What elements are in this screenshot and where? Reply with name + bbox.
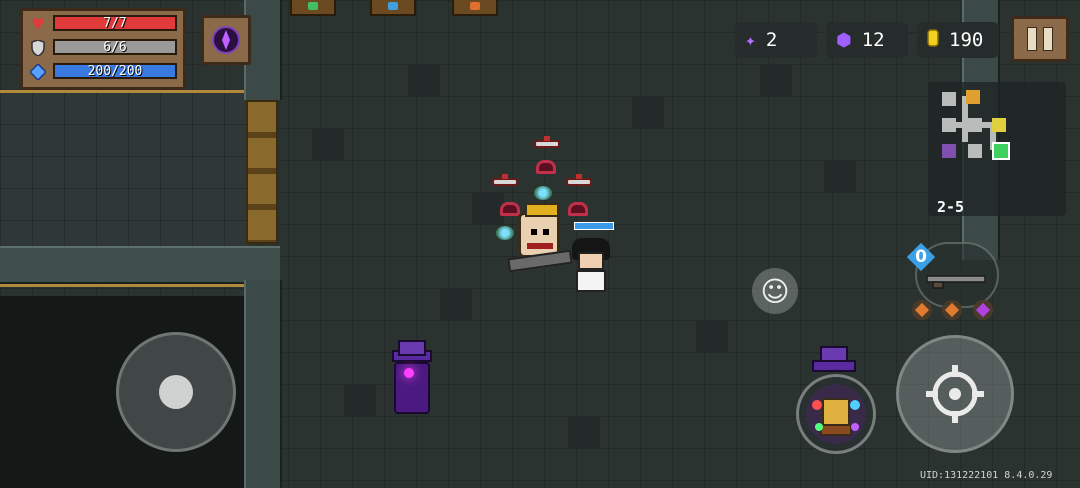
minimap-room-shop <box>966 90 980 104</box>
weapon-chest[interactable] <box>370 0 416 16</box>
armor-value: 6/6 <box>103 40 127 55</box>
floor-tile <box>696 320 728 352</box>
character-skill-button[interactable] <box>796 374 876 454</box>
corridor-rail <box>0 284 248 287</box>
rifle-icon <box>926 275 986 289</box>
health-row: ♥ 7/7 <box>29 14 179 34</box>
floor-tile <box>632 96 664 128</box>
floor-tile <box>312 128 344 160</box>
purple-spirit-skill-icon <box>212 26 240 54</box>
energy-bar: 200/200 <box>53 63 177 79</box>
floor-tile <box>568 416 600 448</box>
character-skill-icon <box>806 384 866 444</box>
energy-value: 200/200 <box>87 64 143 79</box>
wall-segment <box>244 280 282 488</box>
level-label: 2-5 <box>937 198 965 216</box>
smiley-icon: ☺ <box>760 274 790 308</box>
minimap-room <box>968 118 982 132</box>
weapon-chest[interactable] <box>290 0 336 16</box>
armor-row: 6/6 <box>29 38 179 58</box>
floor-tile <box>344 384 376 416</box>
floor-tile <box>824 160 856 192</box>
drone-pet <box>534 136 560 148</box>
minimap-room <box>968 144 982 158</box>
pause-icon <box>1027 27 1037 51</box>
armor-bar: 6/6 <box>53 39 177 55</box>
pause-icon-bar <box>1043 27 1053 51</box>
materials-value: 12 <box>861 29 885 51</box>
movement-joystick[interactable] <box>116 332 236 452</box>
minimap-room-special <box>992 118 1006 132</box>
gems-counter: ✦ 2 <box>735 22 817 58</box>
floor-tile <box>440 288 472 320</box>
purple-coin-icon: ⬢ <box>836 29 852 51</box>
player-stats-panel: ♥ 7/7 6/6 200/200 <box>20 8 186 90</box>
gold-value: 190 <box>949 29 984 51</box>
drone-pet <box>566 174 592 186</box>
minimap[interactable] <box>928 82 1066 216</box>
orb-pet <box>496 226 514 240</box>
weapon-energy-cost: 0 <box>906 242 936 272</box>
floor-tile <box>760 64 792 96</box>
claw-pet <box>500 202 520 216</box>
drone-pet <box>492 174 518 186</box>
minimap-room-visited <box>942 144 956 158</box>
companion-health-bar <box>574 222 614 230</box>
orange-gem-buff-icon <box>912 300 932 320</box>
pause-button[interactable] <box>1011 16 1069 62</box>
shield-icon <box>29 39 47 57</box>
skill-button[interactable] <box>201 15 251 65</box>
orange-gem-buff-icon <box>942 300 962 320</box>
purple-star-gem-icon: ✦ <box>745 29 756 51</box>
health-value: 7/7 <box>103 16 127 31</box>
gold-coin-icon <box>927 28 939 52</box>
gold-counter: 190 <box>917 22 999 58</box>
attack-button[interactable] <box>896 335 1014 453</box>
player-cluster <box>488 130 628 300</box>
orb-pet <box>534 186 552 200</box>
corridor-rail <box>0 90 248 93</box>
claw-pet <box>536 160 556 174</box>
emote-button[interactable]: ☺ <box>752 268 798 314</box>
energy-crystal-icon <box>29 63 47 81</box>
health-bar: 7/7 <box>53 15 177 31</box>
materials-counter: ⬢ 12 <box>826 22 908 58</box>
joystick-knob[interactable] <box>159 375 193 409</box>
weapon-chest[interactable] <box>452 0 498 16</box>
uid-label: UID:131222101 8.4.0.29 <box>920 470 1053 481</box>
energy-row: 200/200 <box>29 62 179 82</box>
gems-value: 2 <box>765 29 778 51</box>
minimap-room <box>942 118 956 132</box>
companion-character <box>572 238 610 294</box>
floor-tile <box>408 64 440 96</box>
corridor-floor <box>0 92 248 247</box>
weapon-energy-cost-value: 0 <box>915 247 927 267</box>
claw-pet <box>568 202 588 216</box>
heart-icon: ♥ <box>31 15 45 33</box>
wall-segment <box>0 246 280 284</box>
minimap-room <box>942 92 956 106</box>
purple-gem-buff-icon <box>973 300 993 320</box>
crosshair-icon <box>926 365 984 423</box>
minimap-current-room <box>992 142 1010 160</box>
enemy-wizard <box>384 340 436 414</box>
dungeon-door <box>246 100 278 244</box>
